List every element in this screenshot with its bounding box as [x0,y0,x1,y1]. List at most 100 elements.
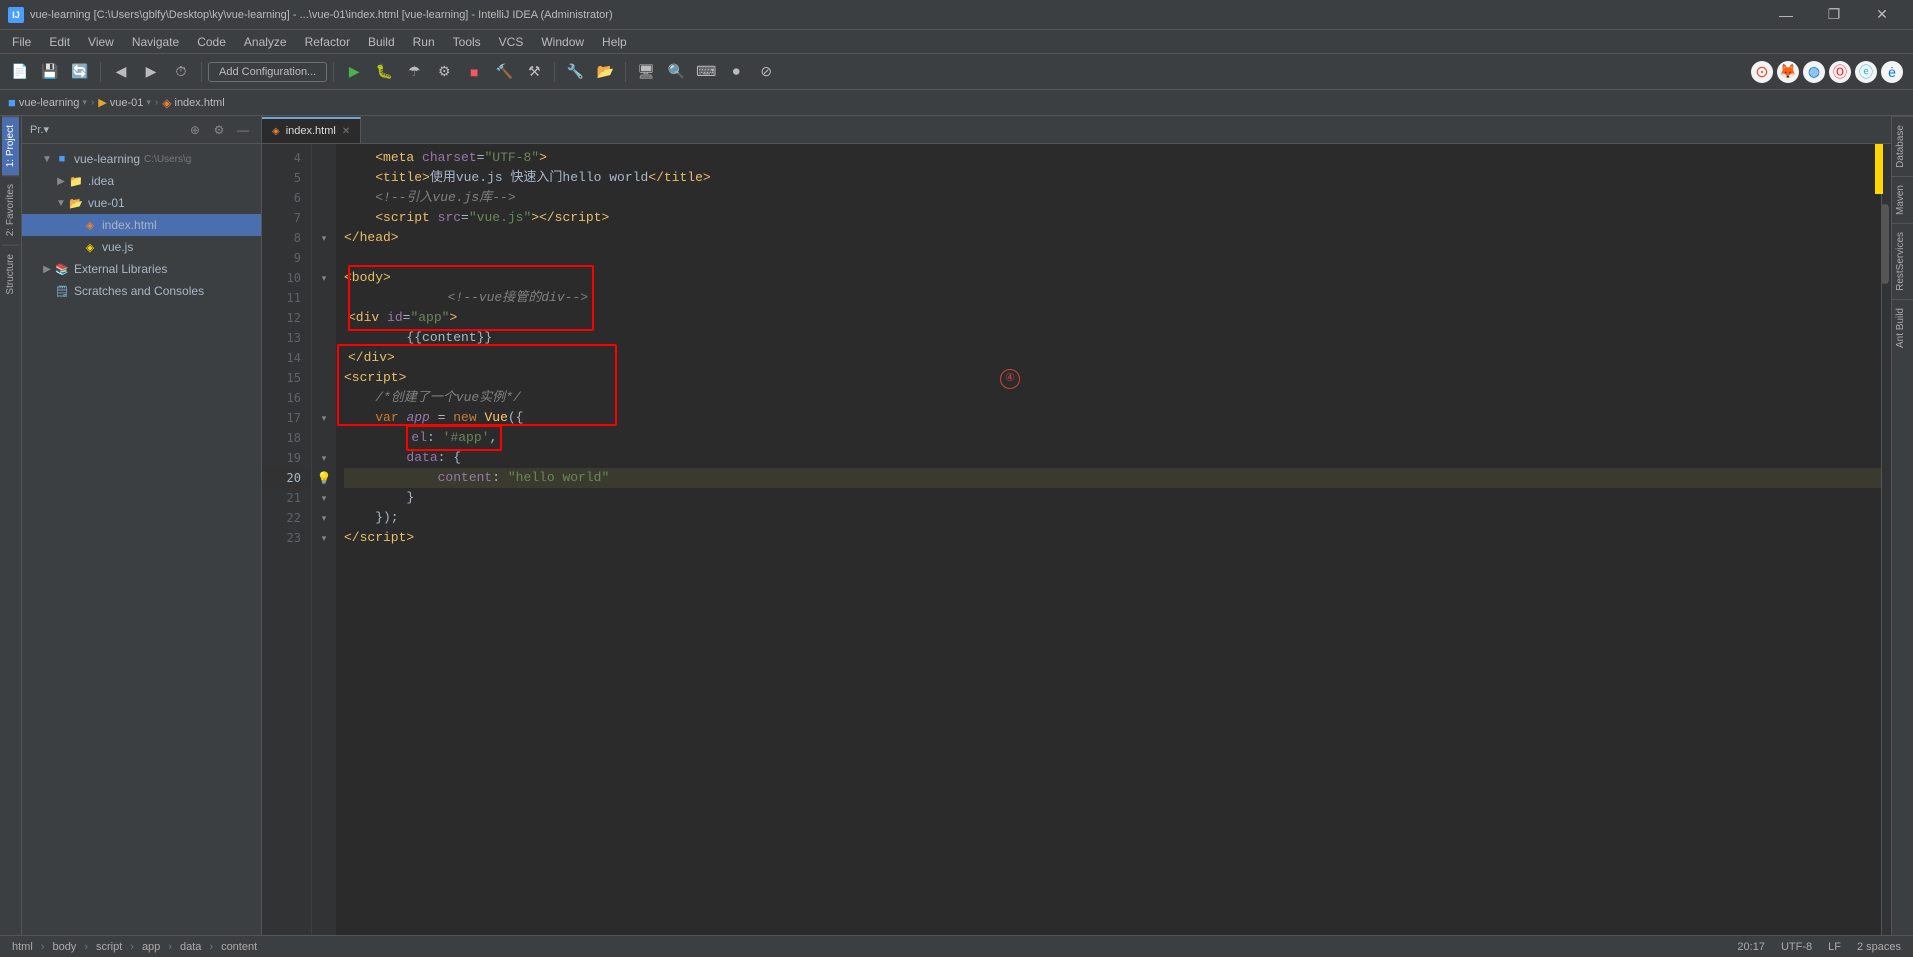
tree-item-external-libs[interactable]: ▶ 📚 External Libraries [22,258,261,280]
opera-icon[interactable]: Ⓞ [1829,61,1851,83]
terminal-button[interactable]: 🖥 [632,58,660,86]
tree-item-scratches[interactable]: ▶ 🗒 Scratches and Consoles [22,280,261,302]
fold-arrow-21[interactable]: ▾ [322,493,327,504]
recent-files-button[interactable]: ⏱ [167,58,195,86]
menu-help[interactable]: Help [594,33,635,51]
build-button[interactable]: 🔨 [490,58,518,86]
status-line-col[interactable]: 20:17 [1733,941,1769,953]
no-entry-button[interactable]: ⊘ [752,58,780,86]
rest-services-panel-tab[interactable]: RestServices [1892,223,1913,299]
debug-button[interactable]: 🐛 [370,58,398,86]
gutter-23[interactable]: ▾ [312,528,336,548]
fold-arrow-22[interactable]: ▾ [322,513,327,524]
status-lf[interactable]: LF [1824,941,1845,953]
fold-arrow-8[interactable]: ▾ [322,233,327,244]
minimize-button[interactable]: — [1763,0,1809,30]
fold-arrow-17[interactable]: ▾ [322,413,327,424]
status-data[interactable]: data [176,941,205,953]
back-button[interactable]: ◀ [107,58,135,86]
scroll-thumb[interactable] [1881,204,1889,284]
structure-panel-tab[interactable]: Structure [2,245,19,303]
ant-build-panel-tab[interactable]: Ant Build [1892,299,1913,356]
chrome-icon[interactable]: ⊙ [1751,61,1773,83]
sidebar-settings-button[interactable]: ⚙ [209,120,229,140]
add-configuration-button[interactable]: Add Configuration... [208,62,327,82]
save-button[interactable]: 💾 [36,58,64,86]
tab-close-button[interactable]: ✕ [342,126,350,137]
menu-build[interactable]: Build [360,33,403,51]
edge-icon[interactable]: ◍ [1803,61,1825,83]
maven-panel-tab[interactable]: Maven [1892,176,1913,223]
nav-project[interactable]: ■ vue-learning ▾ [8,95,87,110]
new-file-button[interactable]: 📄 [6,58,34,86]
nav-file[interactable]: ◈ index.html [162,96,224,110]
run-config-button[interactable]: ⚙ [430,58,458,86]
nav-folder-dropdown[interactable]: ▾ [146,97,151,108]
settings-button[interactable]: 🔧 [561,58,589,86]
fold-arrow-10[interactable]: ▾ [322,273,327,284]
menu-refactor[interactable]: Refactor [297,33,358,51]
project-panel-tab[interactable]: 1: Project [2,116,19,175]
bulb-icon-20[interactable]: 💡 [317,471,332,485]
status-content[interactable]: content [217,941,261,953]
menu-code[interactable]: Code [189,33,234,51]
firefox-icon[interactable]: 🦊 [1777,61,1799,83]
record-button[interactable]: ⏺ [722,58,750,86]
nav-project-dropdown[interactable]: ▾ [82,97,87,108]
menu-tools[interactable]: Tools [445,33,489,51]
build2-button[interactable]: ⚒ [520,58,548,86]
stop-button[interactable]: ■ [460,58,488,86]
tree-item-idea[interactable]: ▶ 📁 .idea [22,170,261,192]
code-content[interactable]: <meta charset="UTF-8"> <title>使用vue.js 快… [336,144,1891,935]
status-script[interactable]: script [92,941,126,953]
search-button[interactable]: 🔍 [662,58,690,86]
gutter-17[interactable]: ▾ [312,408,336,428]
status-app[interactable]: app [138,941,164,953]
tree-arrow-root[interactable]: ▼ [40,154,54,165]
maximize-button[interactable]: ❐ [1811,0,1857,30]
run-button[interactable]: ▶ [340,58,368,86]
gutter-20[interactable]: 💡 [312,468,336,488]
menu-navigate[interactable]: Navigate [124,33,187,51]
tab-index-html[interactable]: ◈ index.html ✕ [262,117,361,143]
tree-item-vue01[interactable]: ▼ 📂 vue-01 [22,192,261,214]
open-folder-button[interactable]: 📂 [591,58,619,86]
menu-file[interactable]: File [4,33,39,51]
menu-window[interactable]: Window [533,33,592,51]
scrollbar[interactable] [1881,144,1891,935]
status-html[interactable]: html [8,941,37,953]
run-with-coverage-button[interactable]: ☂ [400,58,428,86]
terminal2-button[interactable]: ⌨ [692,58,720,86]
sidebar-collapse-button[interactable]: — [233,120,253,140]
gutter-21[interactable]: ▾ [312,488,336,508]
tree-item-index-html[interactable]: ▶ ◈ index.html [22,214,261,236]
favorites-panel-tab[interactable]: 2: Favorites [2,175,19,244]
status-body[interactable]: body [48,941,80,953]
status-encoding[interactable]: UTF-8 [1777,941,1816,953]
tree-arrow-vue01[interactable]: ▼ [54,198,68,209]
close-button[interactable]: ✕ [1859,0,1905,30]
status-indent[interactable]: 2 spaces [1853,941,1905,953]
menu-edit[interactable]: Edit [41,33,78,51]
sidebar-gear-button[interactable]: ⊕ [185,120,205,140]
fold-arrow-19[interactable]: ▾ [322,453,327,464]
menu-analyze[interactable]: Analyze [236,33,295,51]
tree-arrow-idea[interactable]: ▶ [54,176,68,187]
edge2-icon[interactable]: ė [1881,61,1903,83]
nav-folder[interactable]: ▶ vue-01 ▾ [98,96,151,109]
tree-arrow-libs[interactable]: ▶ [40,264,54,275]
menu-run[interactable]: Run [405,33,443,51]
sync-button[interactable]: 🔄 [66,58,94,86]
tree-item-root[interactable]: ▼ ■ vue-learning C:\Users\g [22,148,261,170]
gutter-8[interactable]: ▾ [312,228,336,248]
forward-button[interactable]: ▶ [137,58,165,86]
gutter-22[interactable]: ▾ [312,508,336,528]
fold-arrow-23[interactable]: ▾ [322,533,327,544]
menu-vcs[interactable]: VCS [491,33,532,51]
tree-item-vue-js[interactable]: ▶ ◈ vue.js [22,236,261,258]
gutter-19[interactable]: ▾ [312,448,336,468]
menu-view[interactable]: View [80,33,122,51]
gutter-10[interactable]: ▾ [312,268,336,288]
ie-icon[interactable]: ⓔ [1855,61,1877,83]
database-panel-tab[interactable]: Database [1892,116,1913,176]
